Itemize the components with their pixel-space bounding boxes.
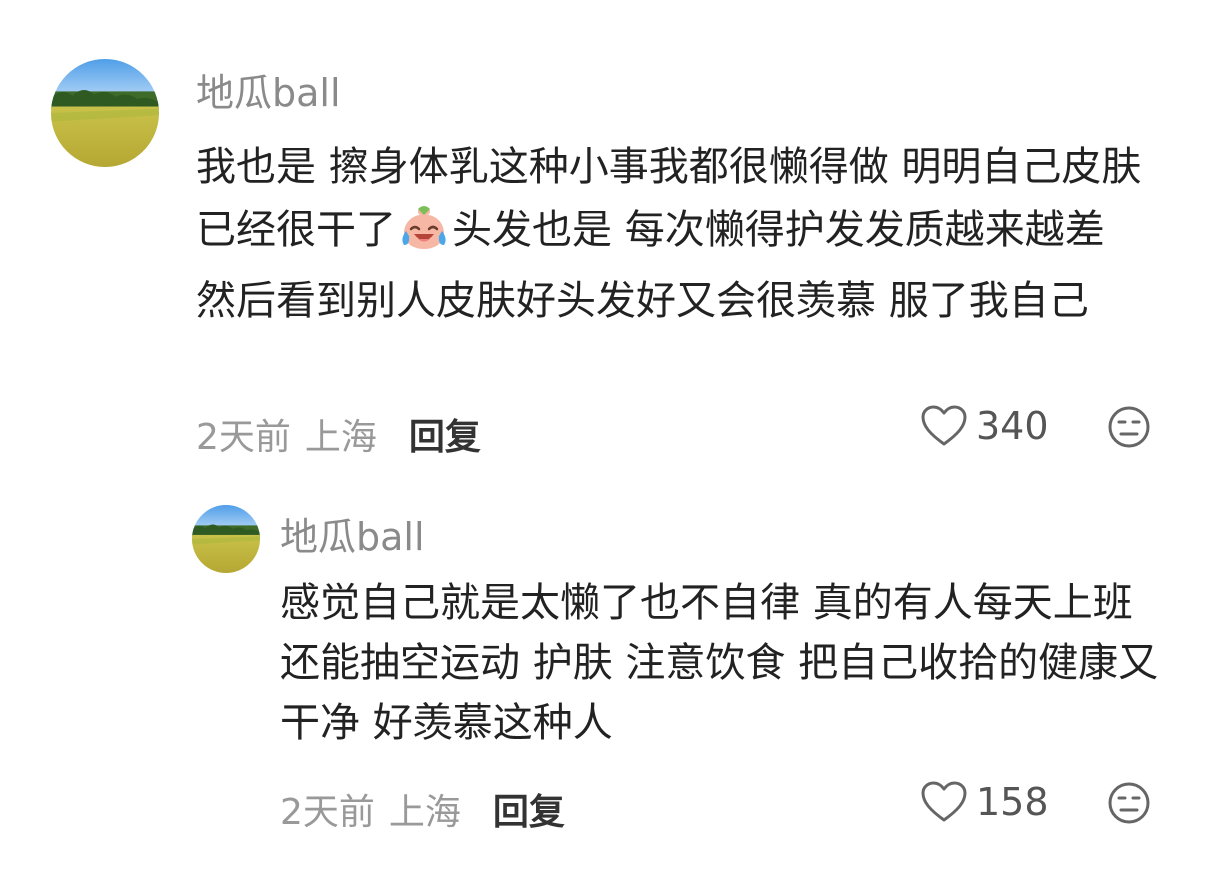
neutral-face-icon (1108, 782, 1150, 824)
like-button[interactable]: 340 (920, 404, 1049, 448)
dislike-button[interactable] (1107, 405, 1151, 449)
comment-location: 上海 (304, 417, 377, 458)
like-count: 340 (976, 404, 1049, 448)
avatar[interactable] (51, 59, 159, 167)
comment-text: 我也是 擦身体乳这种小事我都很懒得做 明明自己皮肤已经很干了 头发也是 每次懒得… (196, 136, 1156, 333)
comment-location: 上海 (388, 792, 461, 833)
like-button[interactable]: 158 (920, 780, 1049, 824)
comment-time: 2天前 (196, 417, 291, 458)
field-landscape-icon (192, 505, 260, 573)
heart-outline-icon (921, 781, 967, 822)
comment-meta: 2天前 上海 回复 (280, 783, 565, 835)
field-landscape-icon (51, 59, 159, 167)
comment-text: 感觉自己就是太懒了也不自律 真的有人每天上班还能抽空运动 护肤 注意饮食 把自己… (280, 580, 1159, 746)
dislike-button[interactable] (1107, 781, 1151, 825)
crying-laughing-emoji-icon (396, 203, 452, 270)
username[interactable]: 地瓜ball (280, 506, 425, 561)
heart-outline-icon (921, 405, 967, 446)
neutral-face-icon (1108, 406, 1150, 448)
avatar[interactable] (192, 505, 260, 573)
reply-button[interactable]: 回复 (493, 783, 565, 835)
like-count: 158 (976, 780, 1049, 824)
reply-button[interactable]: 回复 (409, 408, 481, 460)
comment-meta: 2天前 上海 回复 (196, 408, 481, 460)
username[interactable]: 地瓜ball (196, 62, 341, 117)
comment-time: 2天前 (280, 792, 375, 833)
